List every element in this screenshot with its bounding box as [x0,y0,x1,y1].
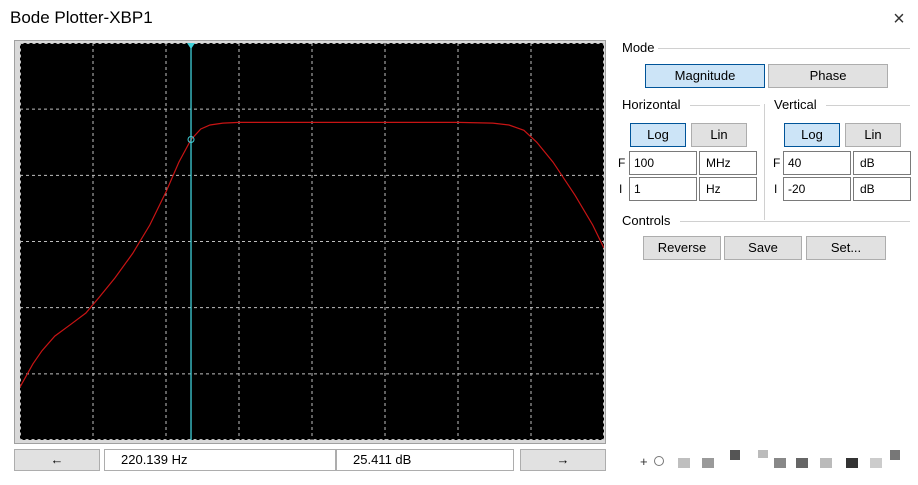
cursor-status-bar: ← 220.139 Hz 25.411 dB → [14,449,606,473]
horizontal-final-letter: F [618,156,626,170]
terminal-block-icon [870,458,882,468]
group-separator [764,104,765,220]
horizontal-initial-field[interactable]: 1 [629,177,697,201]
mode-group-line [656,48,910,49]
cursor-handle-icon[interactable] [187,43,196,49]
terminal-block-icon [820,458,832,468]
reverse-button[interactable]: Reverse [643,236,721,260]
vertical-initial-field[interactable]: -20 [783,177,851,201]
horizontal-initial-unit[interactable]: Hz [699,177,757,201]
terminal-block-icon [758,450,768,458]
terminal-block-icon [890,450,900,460]
terminal-plus-label: + [640,454,648,469]
terminal-strip: + [640,450,910,474]
set-button[interactable]: Set... [806,236,886,260]
terminal-block-icon [678,458,690,468]
save-button[interactable]: Save [724,236,802,260]
vertical-group-line [826,105,910,106]
control-panel: Mode Magnitude Phase Horizontal Log Lin … [616,38,914,278]
plot-grid [20,43,604,440]
cursor-right-button[interactable]: → [520,449,606,471]
terminal-block-icon [702,458,714,468]
controls-group-label: Controls [622,213,674,228]
arrow-right-icon: → [556,452,570,467]
vertical-log-button[interactable]: Log [784,123,840,147]
window-title: Bode Plotter-XBP1 [10,8,153,27]
frequency-readout: 220.139 Hz [104,449,336,471]
mode-group-label: Mode [622,40,658,55]
magnitude-readout: 25.411 dB [336,449,514,471]
cursor-left-button[interactable]: ← [14,449,100,471]
bode-plot[interactable] [20,43,604,440]
phase-button[interactable]: Phase [768,64,888,88]
terminal-block-icon [846,458,858,468]
terminal-block-icon [730,450,740,460]
vertical-lin-button[interactable]: Lin [845,123,901,147]
horizontal-log-button[interactable]: Log [630,123,686,147]
vertical-initial-letter: I [774,182,778,196]
controls-group-line [680,221,910,222]
bode-plot-svg [20,43,604,440]
terminal-in-plus-icon[interactable] [654,456,664,466]
terminal-block-icon [774,458,786,468]
vertical-final-letter: F [773,156,781,170]
vertical-final-field[interactable]: 40 [783,151,851,175]
magnitude-button[interactable]: Magnitude [645,64,765,88]
vertical-initial-unit[interactable]: dB [853,177,911,201]
horizontal-group-line [690,105,760,106]
close-icon[interactable]: × [884,4,914,34]
horizontal-lin-button[interactable]: Lin [691,123,747,147]
arrow-left-icon: ← [50,452,64,467]
vertical-final-unit[interactable]: dB [853,151,911,175]
horizontal-initial-letter: I [619,182,623,196]
horizontal-final-field[interactable]: 100 [629,151,697,175]
terminal-block-icon [796,458,808,468]
title-bar: Bode Plotter-XBP1 × [0,0,918,38]
horizontal-final-unit[interactable]: MHz [699,151,757,175]
horizontal-group-label: Horizontal [622,97,684,112]
vertical-group-label: Vertical [774,97,820,112]
